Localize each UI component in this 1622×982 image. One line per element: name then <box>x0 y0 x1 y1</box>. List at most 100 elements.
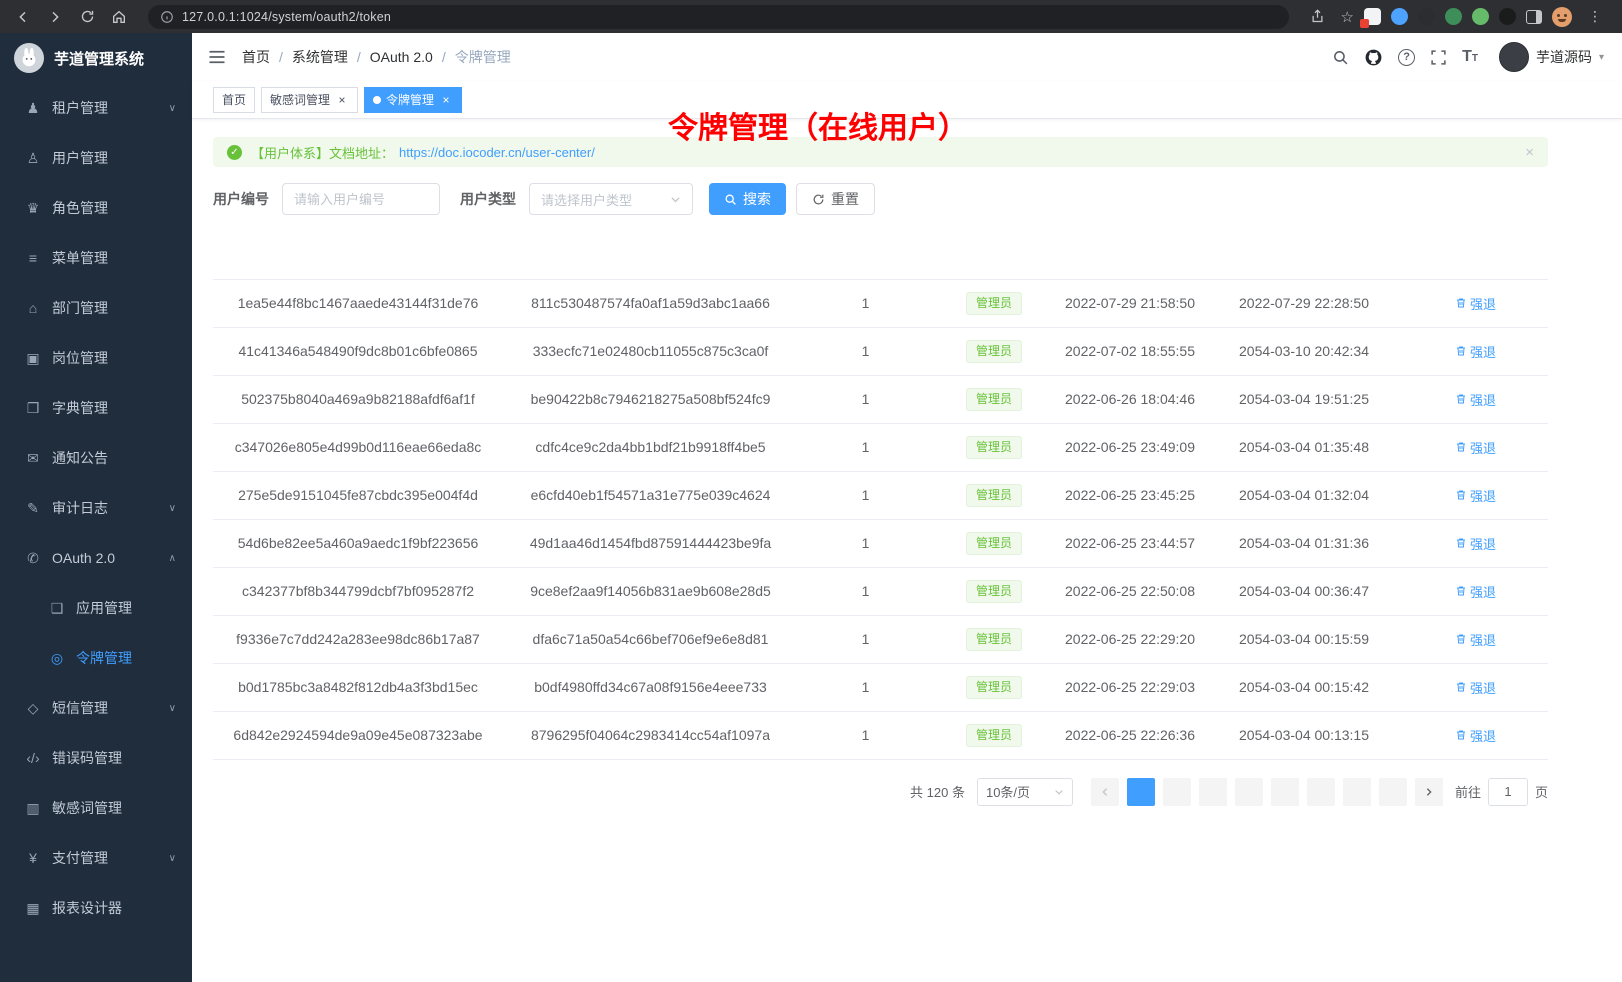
user-id-cell: 1 <box>798 279 933 327</box>
refresh-token-cell: 49d1aa46d1454fbd87591444423be9fa <box>503 519 798 567</box>
user-menu[interactable]: 芋道源码 ▾ <box>1499 42 1604 72</box>
force-logout-button[interactable]: 强退 <box>1455 678 1496 697</box>
sidebar-menu-item[interactable]: ✆ OAuth 2.0 ∧ <box>0 533 192 583</box>
user-type-select[interactable]: 请选择用户类型 <box>529 183 693 215</box>
force-logout-button[interactable]: 强退 <box>1455 630 1496 649</box>
page-size-select[interactable]: 10条/页 <box>977 778 1073 806</box>
extension-icon[interactable] <box>1445 8 1462 25</box>
access-token-cell: 54d6be82ee5a460a9aedc1f9bf223656 <box>213 519 503 567</box>
force-logout-button[interactable]: 强退 <box>1455 390 1496 409</box>
force-logout-button[interactable]: 强退 <box>1455 438 1496 457</box>
extension-icon[interactable] <box>1499 8 1516 25</box>
access-token-cell: c347026e805e4d99b0d116eae66eda8c <box>213 423 503 471</box>
expire-time-cell: 2054-03-04 00:15:42 <box>1205 663 1403 711</box>
breadcrumb-separator: / <box>442 49 446 65</box>
success-check-icon: ✓ <box>227 145 242 160</box>
page-button[interactable] <box>1343 778 1371 806</box>
breadcrumb-item[interactable]: 令牌管理 <box>455 47 511 67</box>
sidebar-menu-item[interactable]: ❒ 字典管理 <box>0 383 192 433</box>
fullscreen-icon[interactable] <box>1430 49 1447 66</box>
menu-item-label: 租户管理 <box>52 98 108 118</box>
page-button[interactable] <box>1199 778 1227 806</box>
sidebar-menu-item[interactable]: ❑ 应用管理 <box>0 583 192 633</box>
sidebar-toggle-icon[interactable] <box>208 49 226 65</box>
chevron-right-icon <box>1424 787 1434 797</box>
force-logout-button[interactable]: 强退 <box>1455 294 1496 313</box>
extension-puzzle-icon[interactable] <box>1472 8 1489 25</box>
logo-avatar-icon <box>14 43 44 73</box>
prev-page-button[interactable] <box>1091 778 1119 806</box>
table-row: 1ea5e44f8bc1467aaede43144f31de76 811c530… <box>213 279 1548 327</box>
sidebar-menu-item[interactable]: ≡ 菜单管理 <box>0 233 192 283</box>
view-tab[interactable]: 敏感词管理 × <box>261 87 358 113</box>
page-button[interactable] <box>1163 778 1191 806</box>
goto-page-input[interactable] <box>1488 778 1528 806</box>
sidebar-menu-item[interactable]: ♟ 租户管理 ∨ <box>0 83 192 133</box>
sidebar-menu-item[interactable]: ◎ 令牌管理 <box>0 633 192 683</box>
breadcrumb-item[interactable]: OAuth 2.0 <box>370 49 433 65</box>
site-info-icon[interactable] <box>160 10 174 24</box>
sidebar-menu-item[interactable]: ♛ 角色管理 <box>0 183 192 233</box>
bookmark-star-icon[interactable]: ☆ <box>1341 8 1354 26</box>
sidebar-menu-item[interactable]: ¥ 支付管理 ∨ <box>0 833 192 883</box>
font-size-icon[interactable]: TT <box>1462 48 1478 66</box>
table-row: c342377bf8b344799dcbf7bf095287f2 9ce8ef2… <box>213 567 1548 615</box>
reset-button[interactable]: 重置 <box>796 183 875 215</box>
refresh-token-cell: 811c530487574fa0af1a59d3abc1aa66 <box>503 279 798 327</box>
filter-form: 用户编号 用户类型 请选择用户类型 搜索 重置 <box>213 183 1548 215</box>
doc-link[interactable]: https://doc.iocoder.cn/user-center/ <box>399 145 595 160</box>
extension-icon[interactable] <box>1391 8 1408 25</box>
sidebar-menu-item[interactable]: ▣ 岗位管理 <box>0 333 192 383</box>
access-token-cell: f9336e7c7dd242a283ee98dc86b17a87 <box>213 615 503 663</box>
extension-icon[interactable] <box>1364 8 1381 25</box>
sidebar-menu-item[interactable]: ◇ 短信管理 ∨ <box>0 683 192 733</box>
share-icon[interactable] <box>1305 5 1331 29</box>
forward-icon[interactable] <box>42 5 68 29</box>
sidebar-menu-item[interactable]: ▦ 报表设计器 <box>0 883 192 933</box>
sidebar-menu-item[interactable]: ⌂ 部门管理 <box>0 283 192 333</box>
force-logout-button[interactable]: 强退 <box>1455 582 1496 601</box>
table-row: b0d1785bc3a8482f812db4a3f3bd15ec b0df498… <box>213 663 1548 711</box>
back-icon[interactable] <box>10 5 36 29</box>
sidebar-menu-item[interactable]: ‹/› 错误码管理 <box>0 733 192 783</box>
page-button[interactable] <box>1127 778 1155 806</box>
home-icon[interactable] <box>106 5 132 29</box>
force-logout-button[interactable]: 强退 <box>1455 486 1496 505</box>
extension-icon[interactable] <box>1418 8 1435 25</box>
user-id-input[interactable] <box>282 183 440 215</box>
next-page-button[interactable] <box>1415 778 1443 806</box>
menu-item-icon: ‹/› <box>22 750 44 766</box>
sidebar-menu-item[interactable]: ♙ 用户管理 <box>0 133 192 183</box>
page-button[interactable] <box>1235 778 1263 806</box>
force-logout-button[interactable]: 强退 <box>1455 534 1496 553</box>
sidebar-menu-item[interactable]: ✎ 审计日志 ∨ <box>0 483 192 533</box>
table-column-header <box>798 237 933 279</box>
page-button[interactable] <box>1271 778 1299 806</box>
url-bar[interactable]: 127.0.0.1:1024/system/oauth2/token <box>148 5 1289 29</box>
close-icon[interactable]: × <box>335 93 349 107</box>
force-logout-button[interactable]: 强退 <box>1455 342 1496 361</box>
more-menu-icon[interactable]: ⋮ <box>1582 5 1608 29</box>
app-title: 芋道管理系统 <box>54 48 144 69</box>
breadcrumb-item[interactable]: 首页 <box>242 47 270 67</box>
breadcrumb-item[interactable]: 系统管理 <box>292 47 348 67</box>
search-icon[interactable] <box>1332 49 1349 66</box>
view-tab[interactable]: 首页 <box>213 87 255 113</box>
pagination: 共 120 条 10条/页 前往 页 <box>213 778 1548 806</box>
sidebar-menu-item[interactable]: ▥ 敏感词管理 <box>0 783 192 833</box>
page-button[interactable] <box>1307 778 1335 806</box>
github-icon[interactable] <box>1364 48 1383 67</box>
view-tab[interactable]: 令牌管理 × <box>364 87 462 113</box>
browser-profile-avatar[interactable] <box>1552 7 1572 27</box>
reload-icon[interactable] <box>74 5 100 29</box>
side-panel-icon[interactable] <box>1526 10 1542 24</box>
alert-close-icon[interactable]: × <box>1525 144 1534 161</box>
search-button[interactable]: 搜索 <box>709 183 786 215</box>
page-button[interactable] <box>1379 778 1407 806</box>
delete-icon <box>1455 537 1467 549</box>
help-icon[interactable]: ? <box>1398 49 1415 66</box>
sidebar-menu-item[interactable]: ✉ 通知公告 <box>0 433 192 483</box>
menu-item-icon: ⌂ <box>22 300 44 316</box>
close-icon[interactable]: × <box>439 93 453 107</box>
force-logout-button[interactable]: 强退 <box>1455 726 1496 745</box>
